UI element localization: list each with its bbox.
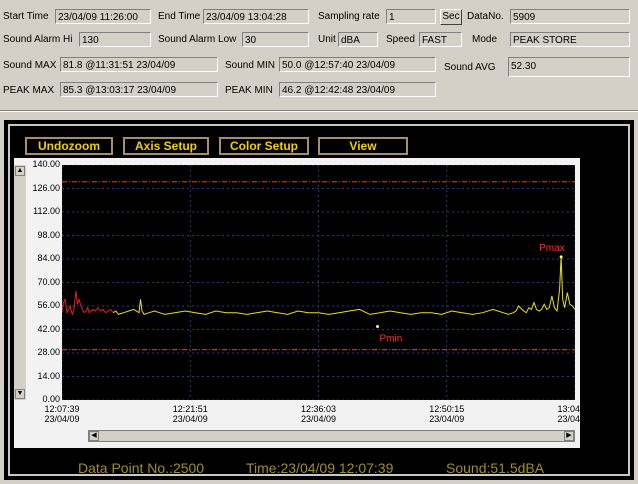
mode-field[interactable]: PEAK STORE	[510, 32, 630, 47]
x-tick-time: 12:50:15	[429, 404, 465, 414]
x-tick-label: 12:07:39 23/04/09	[37, 404, 87, 424]
x-tick-time: 13:04:27	[557, 404, 593, 414]
alarm-hi-label: Sound Alarm Hi	[3, 34, 73, 45]
x-tick-date: 23/04/09	[44, 414, 80, 424]
x-tick-time: 12:21:51	[172, 404, 208, 414]
x-tick-time: 12:36:03	[300, 404, 337, 414]
end-time-field[interactable]: 23/04/09 13:04:28	[203, 9, 309, 24]
mode-label: Mode	[472, 34, 498, 45]
sound-max-label: Sound MAX	[3, 60, 57, 71]
sampling-rate-field[interactable]: 1	[386, 9, 436, 24]
datano-field[interactable]: 5909	[510, 9, 630, 24]
y-tick-label: 140.00	[32, 159, 60, 169]
x-tick-date: 23/04/09	[557, 414, 593, 424]
sec-button[interactable]: Sec	[440, 9, 462, 25]
header-separator	[0, 110, 638, 112]
y-tick-label: 14.00	[37, 370, 60, 381]
scroll-down-icon[interactable]: ▼	[15, 389, 25, 399]
sampling-rate-label: Sampling rate	[318, 11, 380, 22]
marker-pmin	[375, 324, 379, 328]
marker-pmax	[559, 255, 563, 259]
peak-min-label: PEAK MIN	[225, 85, 273, 96]
peak-max-field[interactable]: 85.3 @13:03:17 23/04/09	[60, 82, 218, 97]
x-tick-label: 12:36:03 23/04/09	[294, 404, 344, 424]
speed-field[interactable]: FAST	[419, 32, 462, 47]
status-data-point: Data Point No.:2500	[78, 460, 205, 476]
x-tick-label: 12:21:51 23/04/09	[165, 404, 215, 424]
sound-min-label: Sound MIN	[225, 60, 276, 71]
peak-min-field[interactable]: 46.2 @12:42:48 23/04/09	[279, 82, 436, 97]
marker-label-pmin: Pmin	[379, 333, 402, 344]
peak-max-label: PEAK MAX	[3, 85, 55, 96]
x-tick-label: 12:50:15 23/04/09	[422, 404, 472, 424]
x-tick-time: 12:07:39	[44, 404, 80, 414]
alarm-low-label: Sound Alarm Low	[158, 34, 237, 45]
status-time: Time:23/04/09 12:07:39	[246, 460, 394, 476]
y-tick-label: 112.00	[33, 206, 60, 216]
alarm-low-field[interactable]: 30	[242, 32, 309, 47]
marker-label-pmax: Pmax	[539, 243, 565, 254]
datano-label: DataNo.	[467, 11, 504, 22]
status-sound: Sound:51.5dBA	[446, 460, 545, 476]
sound-level-chart[interactable]: Pmin Pmax	[62, 165, 575, 400]
y-tick-label: 126.00	[32, 182, 60, 193]
y-tick-label: 56.00	[37, 300, 60, 310]
end-time-label: End Time	[158, 11, 201, 22]
start-time-label: Start Time	[3, 11, 49, 22]
x-tick-date: 23/04/09	[429, 414, 465, 424]
y-tick-label: 0.00	[42, 394, 60, 404]
undozoom-button[interactable]: Undozoom	[25, 137, 113, 155]
vertical-scrollbar[interactable]: ▲ ▼	[14, 165, 26, 400]
x-tick-date: 23/04/09	[172, 414, 208, 424]
color-setup-button[interactable]: Color Setup	[219, 137, 309, 155]
x-tick-date: 23/04/09	[300, 414, 337, 424]
x-tick-label: 13:04:27 23/04/09	[550, 404, 600, 424]
horizontal-scrollbar[interactable]: ◀ ▶	[88, 430, 575, 442]
sound-avg-field[interactable]: 52.30	[508, 57, 630, 77]
y-tick-label: 84.00	[37, 253, 60, 263]
y-tick-label: 42.00	[37, 323, 60, 334]
scroll-up-icon[interactable]: ▲	[15, 166, 25, 176]
sound-max-field[interactable]: 81.8 @11:31:51 23/04/09	[60, 57, 218, 72]
start-time-field[interactable]: 23/04/09 11:26:00	[55, 9, 151, 24]
sound-avg-label: Sound AVG	[444, 62, 496, 73]
y-tick-label: 70.00	[37, 276, 60, 287]
unit-field[interactable]: dBA	[338, 32, 378, 47]
unit-label: Unit	[318, 34, 336, 45]
alarm-hi-field[interactable]: 130	[79, 32, 151, 47]
scroll-right-icon[interactable]: ▶	[564, 431, 574, 441]
axis-setup-button[interactable]: Axis Setup	[123, 137, 209, 155]
scroll-left-icon[interactable]: ◀	[89, 431, 99, 441]
sound-min-field[interactable]: 50.0 @12:57:40 23/04/09	[279, 57, 436, 72]
y-tick-label: 28.00	[37, 347, 60, 357]
view-button[interactable]: View	[318, 137, 408, 155]
speed-label: Speed	[386, 34, 415, 45]
y-tick-label: 98.00	[37, 229, 60, 240]
